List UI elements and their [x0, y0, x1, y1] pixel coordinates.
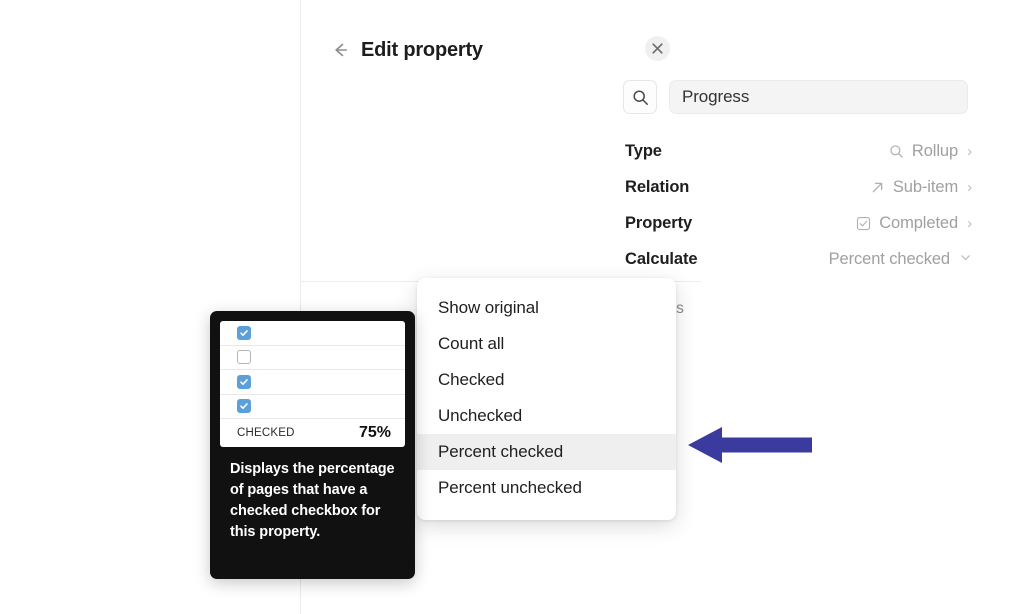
tooltip-preview-card: CHECKED 75%	[220, 321, 405, 447]
search-icon	[888, 143, 905, 160]
back-arrow-icon[interactable]	[327, 37, 353, 63]
property-settings-list: Type Rollup › Relation Sub-item › Proper…	[625, 133, 972, 277]
row-calculate-value-text: Percent checked	[828, 249, 951, 268]
close-icon[interactable]	[645, 36, 670, 61]
checkbox-checked-icon	[237, 374, 251, 389]
row-relation-value: Sub-item ›	[869, 178, 972, 197]
menu-item-count-all[interactable]: Count all	[417, 326, 676, 362]
preview-summary-row: CHECKED 75%	[220, 419, 405, 447]
menu-item-label: Unchecked	[438, 406, 523, 425]
menu-item-label: Checked	[438, 370, 505, 389]
row-property-value-text: Completed	[879, 213, 959, 232]
percent-checked-tooltip: CHECKED 75% Displays the percentage of p…	[210, 311, 415, 579]
preview-row	[220, 370, 405, 395]
menu-item-checked[interactable]: Checked	[417, 362, 676, 398]
row-calculate-label: Calculate	[625, 249, 698, 268]
chevron-right-icon: ›	[967, 178, 972, 196]
menu-item-percent-checked[interactable]: Percent checked	[417, 434, 676, 470]
menu-item-percent-unchecked[interactable]: Percent unchecked	[417, 470, 676, 506]
property-name-input[interactable]: Progress	[669, 80, 968, 114]
arrow-up-right-icon	[869, 179, 886, 196]
menu-item-show-original[interactable]: Show original	[417, 290, 676, 326]
checkbox-unchecked-icon	[237, 350, 251, 365]
row-property-value: Completed ›	[855, 214, 972, 233]
calculate-dropdown-menu: Show original Count all Checked Unchecke…	[417, 278, 676, 520]
row-calculate-value: Percent checked	[829, 250, 972, 269]
row-type-value-text: Rollup	[911, 141, 959, 160]
page-title: Edit property	[361, 38, 483, 61]
menu-item-label: Percent unchecked	[438, 478, 582, 497]
tooltip-description: Displays the percentage of pages that ha…	[230, 461, 395, 540]
row-property[interactable]: Property Completed ›	[625, 205, 972, 241]
arrow-left-annotation-icon	[688, 424, 812, 466]
preview-summary-label: CHECKED	[237, 427, 295, 439]
row-relation[interactable]: Relation Sub-item ›	[625, 169, 972, 205]
row-type-label: Type	[625, 141, 662, 160]
preview-summary-value: 75%	[358, 424, 391, 441]
menu-item-label: Percent checked	[438, 442, 564, 461]
row-relation-label: Relation	[625, 177, 690, 196]
checkbox-icon	[855, 215, 872, 232]
row-calculate[interactable]: Calculate Percent checked	[625, 241, 972, 277]
screenshot-stage: Edit property Progress Type Rollup › Rel…	[0, 0, 1024, 614]
row-relation-value-text: Sub-item	[892, 177, 959, 196]
menu-item-label: Count all	[438, 334, 505, 353]
checkbox-checked-icon	[237, 325, 251, 340]
property-name-value: Progress	[682, 87, 750, 106]
preview-row	[220, 395, 405, 419]
preview-row	[220, 346, 405, 370]
show-as-row[interactable]: Show as	[625, 296, 972, 322]
chevron-down-icon	[959, 251, 972, 267]
row-type[interactable]: Type Rollup ›	[625, 133, 972, 169]
menu-item-unchecked[interactable]: Unchecked	[417, 398, 676, 434]
chevron-right-icon: ›	[967, 214, 972, 232]
property-name-row: Progress	[623, 79, 968, 115]
checkbox-checked-icon	[237, 399, 251, 414]
row-type-value: Rollup ›	[888, 142, 972, 161]
menu-item-label: Show original	[438, 298, 539, 317]
panel-header: Edit property	[301, 30, 701, 70]
search-icon[interactable]	[623, 80, 657, 114]
row-property-label: Property	[625, 213, 693, 232]
chevron-right-icon: ›	[967, 142, 972, 160]
preview-row	[220, 321, 405, 346]
